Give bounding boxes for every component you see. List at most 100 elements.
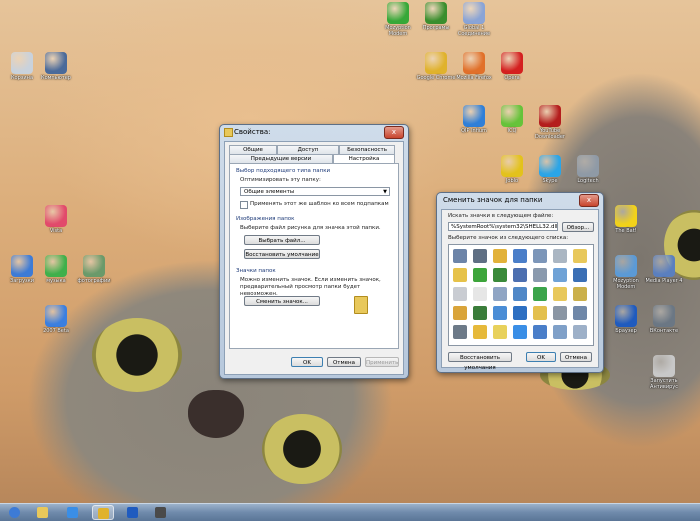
- desktop-icon-label: ВКонтакте: [649, 328, 679, 334]
- desktop-icon-label: YouTube Downloader: [535, 128, 565, 140]
- icon-grid-cell[interactable]: [473, 249, 487, 263]
- icon-grid-cell[interactable]: [513, 268, 527, 282]
- icon-grid-cell[interactable]: [513, 306, 527, 320]
- icon-grid-cell[interactable]: [493, 306, 507, 320]
- phone-icon: [127, 507, 138, 518]
- taskbar-film-button[interactable]: [150, 505, 172, 520]
- opera-icon: [501, 52, 523, 74]
- film-icon: [155, 507, 166, 518]
- desktop-icon-computer[interactable]: Компьютер: [34, 52, 78, 81]
- icon-grid-cell[interactable]: [533, 325, 547, 339]
- icon-grid-cell[interactable]: [553, 249, 567, 263]
- optimize-select[interactable]: Общие элементы ▼: [240, 187, 390, 196]
- icon-grid-cell[interactable]: [453, 287, 467, 301]
- desktop-icon-logitech[interactable]: Logitech: [566, 155, 610, 184]
- desktop-icon-bat[interactable]: The Bat!: [604, 205, 648, 234]
- icon-grid-cell[interactable]: [553, 325, 567, 339]
- icon-grid-cell[interactable]: [573, 325, 587, 339]
- cancel-button[interactable]: Отмена: [327, 357, 361, 367]
- icon-grid-cell[interactable]: [473, 268, 487, 282]
- icon-grid-cell[interactable]: [513, 287, 527, 301]
- start-orb-icon: [9, 507, 20, 518]
- apply-subfolders-label: Применять этот же шаблон ко всем подпапк…: [250, 201, 389, 207]
- logitech-icon: [577, 155, 599, 177]
- close-button[interactable]: x: [579, 194, 599, 207]
- desktop-icon-antivirus[interactable]: Запустить Антивирус: [642, 355, 686, 390]
- folder-icons-group-title: Значки папок: [236, 268, 276, 274]
- change-icon-titlebar[interactable]: Сменить значок для папки x: [437, 193, 603, 207]
- properties-title: Свойства:: [234, 128, 271, 136]
- icon-grid-cell[interactable]: [573, 306, 587, 320]
- icon-grid-cell[interactable]: [453, 325, 467, 339]
- icon-grid-cell[interactable]: [533, 287, 547, 301]
- ok-button[interactable]: OK: [291, 357, 323, 367]
- icon-grid-cell[interactable]: [473, 325, 487, 339]
- downloads-icon: [11, 255, 33, 277]
- taskbar-folder-button[interactable]: [32, 505, 54, 520]
- icon-grid-cell[interactable]: [453, 306, 467, 320]
- taskbar-phone-button[interactable]: [122, 505, 144, 520]
- taskbar-chrome-button[interactable]: [92, 505, 114, 520]
- icon-file-path-input[interactable]: %SystemRoot%\system32\SHELL32.dll: [448, 222, 558, 231]
- icon-grid-cell[interactable]: [573, 249, 587, 263]
- choose-file-button[interactable]: Выбрать файл...: [244, 235, 320, 245]
- apply-button[interactable]: Применить: [365, 357, 399, 367]
- tab-previous-versions[interactable]: Предыдущие версии: [229, 154, 333, 163]
- desktop-icon-opera[interactable]: Opera: [490, 52, 534, 81]
- network-icon: [653, 305, 675, 327]
- icon-grid-cell[interactable]: [453, 268, 467, 282]
- change-icon-title: Сменить значок для папки: [443, 196, 543, 204]
- recycle-bin-icon: [11, 52, 33, 74]
- apply-subfolders-checkbox[interactable]: [240, 201, 248, 209]
- icon-grid-cell[interactable]: [493, 325, 507, 339]
- properties-titlebar[interactable]: Свойства: x: [220, 125, 408, 139]
- icon-grid-cell[interactable]: [553, 306, 567, 320]
- desktop-icon-network[interactable]: ВКонтакте: [642, 305, 686, 334]
- icon-grid-cell[interactable]: [573, 287, 587, 301]
- chrome-icon: [98, 508, 109, 519]
- tab-general[interactable]: Общие: [229, 145, 277, 154]
- desktop-icon-info[interactable]: 2007 Beta: [34, 305, 78, 334]
- tab-security[interactable]: Безопасность: [339, 145, 395, 154]
- icon-grid-cell[interactable]: [493, 268, 507, 282]
- icon-grid-cell[interactable]: [493, 249, 507, 263]
- icon-grid-cell[interactable]: [473, 287, 487, 301]
- desktop-icon-msn-butterfly[interactable]: Vista: [34, 205, 78, 234]
- icon-grid-cell[interactable]: [453, 249, 467, 263]
- icon-grid-cell[interactable]: [473, 306, 487, 320]
- desktop-icon-tv[interactable]: YouTube Downloader: [528, 105, 572, 140]
- desktop-icon-media[interactable]: Media Player 4: [642, 255, 686, 284]
- tab-customize[interactable]: Настройка: [333, 154, 395, 163]
- icon-grid-cell[interactable]: [493, 287, 507, 301]
- icon-grid[interactable]: [448, 244, 594, 346]
- cat-nose: [188, 390, 244, 438]
- users-icon: [83, 255, 105, 277]
- cat-eye-right: [262, 414, 342, 484]
- browse-button[interactable]: Обзор...: [562, 222, 594, 232]
- tab-sharing[interactable]: Доступ: [277, 145, 339, 154]
- icon-grid-cell[interactable]: [573, 268, 587, 282]
- change-icon-button[interactable]: Сменить значок...: [244, 296, 320, 306]
- icon-grid-cell[interactable]: [533, 268, 547, 282]
- icon-grid-cell[interactable]: [553, 287, 567, 301]
- close-button[interactable]: x: [384, 126, 404, 139]
- ie-icon: [67, 507, 78, 518]
- ok-button[interactable]: OK: [526, 352, 556, 362]
- taskbar-ie-button[interactable]: [62, 505, 84, 520]
- change-icon-window[interactable]: Сменить значок для папки x Искать значки…: [436, 192, 604, 373]
- icon-grid-cell[interactable]: [533, 306, 547, 320]
- taskbar-start-orb-button[interactable]: [4, 505, 26, 520]
- bat-icon: [615, 205, 637, 227]
- folder-properties-window[interactable]: Свойства: x Общие Доступ Безопасность Пр…: [219, 124, 409, 379]
- cancel-button[interactable]: Отмена: [560, 352, 592, 362]
- computer-icon: [45, 52, 67, 74]
- restore-default-button[interactable]: Восстановить умолчание: [244, 249, 320, 259]
- desktop-icon-users[interactable]: фотографии: [72, 255, 116, 284]
- icon-grid-cell-selected[interactable]: [513, 325, 527, 339]
- icon-grid-cell[interactable]: [513, 249, 527, 263]
- desktop-icon-globe[interactable]: Global 1 Соединение: [452, 2, 496, 37]
- restore-defaults-button[interactable]: Восстановить умолчания: [448, 352, 512, 371]
- icon-grid-cell[interactable]: [533, 249, 547, 263]
- folder-preview-icon: [354, 296, 368, 314]
- icon-grid-cell[interactable]: [553, 268, 567, 282]
